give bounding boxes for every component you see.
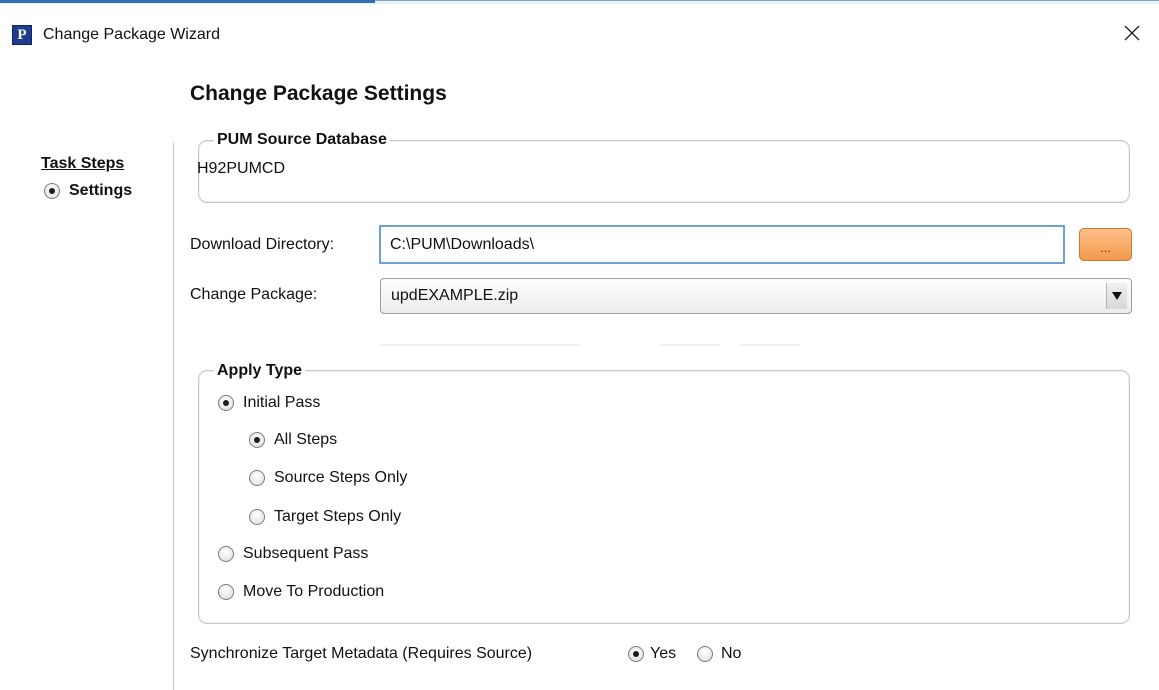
faint-separator (380, 344, 580, 346)
move-to-production-radio[interactable]: Move To Production (218, 583, 384, 601)
task-step-settings-radio-icon (44, 183, 60, 199)
task-steps-title: Task Steps (41, 155, 125, 172)
sync-yes-label: Yes (650, 645, 677, 662)
close-icon (1124, 25, 1140, 41)
title-bar: P Change Package Wizard (0, 4, 1159, 64)
subsequent-pass-label: Subsequent Pass (243, 545, 369, 562)
radio-checked-icon (628, 646, 644, 662)
pum-source-database-legend: PUM Source Database (214, 131, 390, 149)
change-package-select[interactable]: updEXAMPLE.zip (380, 278, 1132, 314)
task-step-settings[interactable]: Settings (44, 182, 132, 200)
target-steps-only-label: Target Steps Only (274, 508, 402, 525)
window-top-line (375, 0, 1159, 1)
close-button[interactable] (1117, 18, 1147, 48)
initial-pass-label: Initial Pass (243, 394, 321, 411)
page-title: Change Package Settings (190, 82, 447, 105)
sync-yes-radio[interactable]: Yes (628, 645, 676, 663)
radio-checked-icon (249, 432, 265, 448)
initial-pass-radio[interactable]: Initial Pass (218, 394, 320, 412)
radio-unchecked-icon (249, 470, 265, 486)
radio-unchecked-icon (218, 584, 234, 600)
dropdown-arrow-icon[interactable] (1106, 283, 1127, 309)
target-steps-only-radio[interactable]: Target Steps Only (249, 508, 401, 526)
move-to-production-label: Move To Production (243, 583, 385, 600)
radio-unchecked-icon (218, 546, 234, 562)
radio-unchecked-icon (249, 509, 265, 525)
window-title: Change Package Wizard (43, 26, 220, 43)
steps-divider (173, 143, 174, 690)
faint-separator (740, 344, 800, 346)
sync-no-radio[interactable]: No (697, 645, 741, 663)
sync-no-label: No (721, 645, 742, 662)
window-top-accent (0, 0, 375, 3)
download-directory-input[interactable] (379, 225, 1065, 264)
radio-unchecked-icon (697, 646, 713, 662)
download-directory-label: Download Directory: (190, 236, 335, 253)
pum-source-database-value: H92PUMCD (197, 160, 286, 177)
pum-source-database-group (198, 140, 1130, 203)
change-package-selected: updEXAMPLE.zip (391, 287, 519, 304)
source-steps-only-radio[interactable]: Source Steps Only (249, 469, 407, 487)
app-logo-icon: P (12, 25, 32, 45)
all-steps-radio[interactable]: All Steps (249, 431, 337, 449)
task-step-label: Settings (69, 182, 133, 199)
faint-separator (660, 344, 720, 346)
browse-directory-button[interactable]: ... (1079, 228, 1132, 261)
all-steps-label: All Steps (274, 431, 338, 448)
radio-checked-icon (218, 395, 234, 411)
source-steps-only-label: Source Steps Only (274, 469, 408, 486)
sync-target-metadata-label: Synchronize Target Metadata (Requires So… (190, 645, 533, 662)
change-package-label: Change Package: (190, 286, 318, 303)
apply-type-legend: Apply Type (214, 362, 306, 380)
subsequent-pass-radio[interactable]: Subsequent Pass (218, 545, 368, 563)
